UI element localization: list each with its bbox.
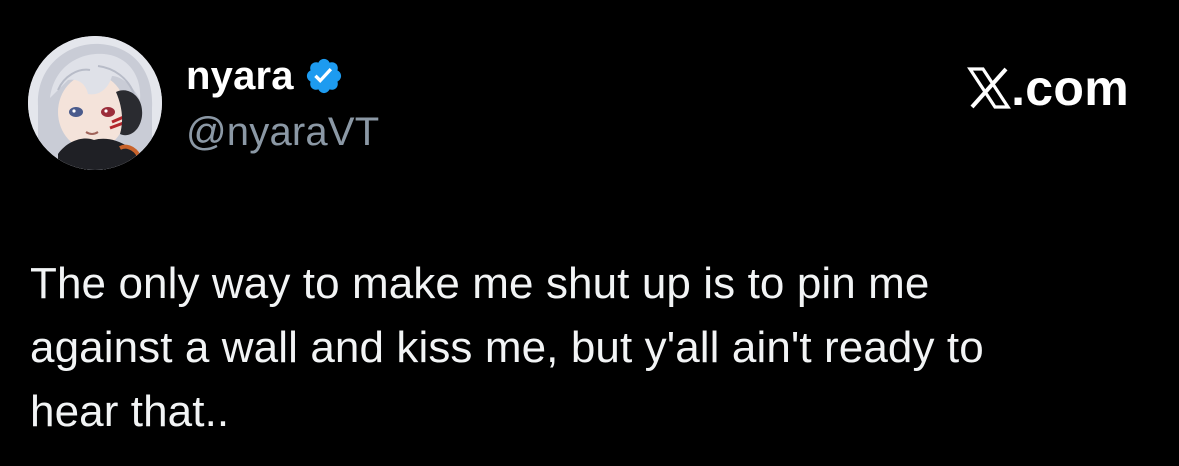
author-name-row: nyara	[186, 52, 344, 100]
watermark-text: .com	[1011, 60, 1129, 116]
x-logo-icon	[967, 66, 1012, 110]
tweet-card: nyara @nyaraVT .com The only way to make…	[0, 0, 1179, 466]
anime-avatar-icon	[28, 36, 162, 170]
tweet-text: The only way to make me shut up is to pi…	[30, 259, 984, 436]
x-com-watermark: .com	[967, 60, 1129, 116]
author-handle[interactable]: @nyaraVT	[186, 108, 379, 156]
verified-badge-icon	[304, 56, 344, 96]
display-name[interactable]: nyara	[186, 52, 294, 100]
avatar[interactable]	[28, 36, 162, 170]
